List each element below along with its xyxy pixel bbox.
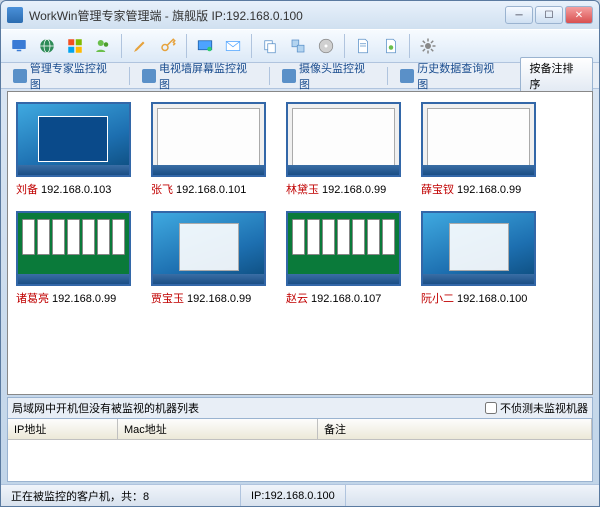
tab-separator — [387, 67, 388, 85]
client-thumbnail[interactable]: 林黛玉 192.168.0.99 — [286, 102, 401, 197]
windows-icon[interactable] — [63, 34, 87, 58]
grid-mini-icon — [142, 69, 156, 83]
client-thumbnail[interactable]: 阮小二 192.168.0.100 — [421, 211, 536, 306]
col-ip[interactable]: IP地址 — [8, 419, 118, 439]
client-name: 赵云 — [286, 293, 308, 305]
app-icon — [7, 7, 23, 23]
tab-expert-view[interactable]: 管理专家监控视图 — [7, 58, 123, 94]
client-name: 张飞 — [151, 184, 173, 196]
disc-icon[interactable] — [314, 34, 338, 58]
client-thumbnail[interactable]: 诸葛亮 192.168.0.99 — [16, 211, 131, 306]
copy-icon[interactable] — [258, 34, 282, 58]
client-screenshot[interactable] — [421, 102, 536, 177]
tab-tvwall-view[interactable]: 电视墙屏幕监控视图 — [136, 58, 263, 94]
status-ip: IP:192.168.0.100 — [241, 485, 346, 506]
client-screenshot[interactable] — [16, 102, 131, 177]
client-ip: 192.168.0.99 — [454, 184, 521, 196]
unmonitored-title: 局域网中开机但没有被监视的机器列表 — [12, 400, 485, 416]
tab-history-view[interactable]: 历史数据查询视图 — [394, 58, 510, 94]
status-bar: 正在被监控的客户机，共：8 IP:192.168.0.100 — [1, 484, 599, 506]
client-thumbnail[interactable]: 刘备 192.168.0.103 — [16, 102, 131, 197]
tab-camera-view[interactable]: 摄像头监控视图 — [276, 58, 381, 94]
toolbar-separator — [251, 34, 252, 58]
client-name: 刘备 — [16, 184, 38, 196]
client-screenshot[interactable] — [151, 211, 266, 286]
client-thumbnail[interactable]: 贾宝玉 192.168.0.99 — [151, 211, 266, 306]
status-client-count: 正在被监控的客户机，共：8 — [1, 485, 241, 506]
client-thumbnail[interactable]: 张飞 192.168.0.101 — [151, 102, 266, 197]
toolbar-separator — [186, 34, 187, 58]
titlebar[interactable]: WorkWin管理专家管理端 - 旗舰版 IP:192.168.0.100 ─ … — [1, 1, 599, 29]
view-tabs: 管理专家监控视图 电视墙屏幕监控视图 摄像头监控视图 历史数据查询视图 按备注排… — [1, 63, 599, 89]
camera-mini-icon — [282, 69, 296, 83]
client-screenshot[interactable] — [151, 102, 266, 177]
unmonitored-header: 局域网中开机但没有被监视的机器列表 不侦测未监视机器 — [7, 397, 593, 418]
close-button[interactable]: ✕ — [565, 6, 593, 24]
client-screenshot[interactable] — [286, 102, 401, 177]
client-thumbnail[interactable]: 赵云 192.168.0.107 — [286, 211, 401, 306]
client-ip: 192.168.0.99 — [319, 184, 386, 196]
client-ip: 192.168.0.107 — [308, 293, 381, 305]
client-thumbnail[interactable]: 薛宝钗 192.168.0.99 — [421, 102, 536, 197]
doc-mini-icon — [400, 69, 414, 83]
screen-icon[interactable] — [193, 34, 217, 58]
document-icon[interactable] — [351, 34, 375, 58]
client-screenshot[interactable] — [286, 211, 401, 286]
gear-icon[interactable] — [416, 34, 440, 58]
client-label: 刘备 192.168.0.103 — [16, 181, 131, 197]
client-grid: 刘备 192.168.0.103 张飞 192.168.0.101 林黛玉 192.… — [16, 102, 584, 306]
minimize-button[interactable]: ─ — [505, 6, 533, 24]
client-label: 张飞 192.168.0.101 — [151, 181, 266, 197]
globe-icon[interactable] — [35, 34, 59, 58]
app-window: WorkWin管理专家管理端 - 旗舰版 IP:192.168.0.100 ─ … — [0, 0, 600, 507]
client-ip: 192.168.0.100 — [454, 293, 527, 305]
table-header: IP地址 Mac地址 备注 — [8, 419, 592, 440]
client-ip: 192.168.0.101 — [173, 184, 246, 196]
tab-separator — [129, 67, 130, 85]
tab-separator — [269, 67, 270, 85]
client-label: 林黛玉 192.168.0.99 — [286, 181, 401, 197]
toolbar-separator — [409, 34, 410, 58]
client-name: 阮小二 — [421, 293, 454, 305]
client-name: 诸葛亮 — [16, 293, 49, 305]
sort-button[interactable]: 按备注排序 — [520, 57, 593, 95]
brush-icon[interactable] — [128, 34, 152, 58]
client-name: 林黛玉 — [286, 184, 319, 196]
client-ip: 192.168.0.99 — [184, 293, 251, 305]
no-detect-checkbox-label[interactable]: 不侦测未监视机器 — [485, 400, 588, 416]
duplicate-icon[interactable] — [286, 34, 310, 58]
monitor-mini-icon — [13, 69, 27, 83]
mail-icon[interactable] — [221, 34, 245, 58]
client-ip: 192.168.0.103 — [38, 184, 111, 196]
toolbar-separator — [344, 34, 345, 58]
client-screenshot[interactable] — [16, 211, 131, 286]
window-controls: ─ ☐ ✕ — [505, 6, 593, 24]
client-label: 诸葛亮 192.168.0.99 — [16, 290, 131, 306]
document2-icon[interactable] — [379, 34, 403, 58]
unmonitored-table[interactable]: IP地址 Mac地址 备注 — [7, 418, 593, 482]
client-name: 贾宝玉 — [151, 293, 184, 305]
maximize-button[interactable]: ☐ — [535, 6, 563, 24]
client-label: 薛宝钗 192.168.0.99 — [421, 181, 536, 197]
client-grid-panel: 刘备 192.168.0.103 张飞 192.168.0.101 林黛玉 192.… — [7, 91, 593, 395]
window-title: WorkWin管理专家管理端 - 旗舰版 IP:192.168.0.100 — [29, 7, 505, 24]
unmonitored-panel: 局域网中开机但没有被监视的机器列表 不侦测未监视机器 IP地址 Mac地址 备注 — [7, 397, 593, 482]
client-name: 薛宝钗 — [421, 184, 454, 196]
client-label: 阮小二 192.168.0.100 — [421, 290, 536, 306]
monitor-icon[interactable] — [7, 34, 31, 58]
client-ip: 192.168.0.99 — [49, 293, 116, 305]
key-icon[interactable] — [156, 34, 180, 58]
client-label: 赵云 192.168.0.107 — [286, 290, 401, 306]
client-label: 贾宝玉 192.168.0.99 — [151, 290, 266, 306]
client-screenshot[interactable] — [421, 211, 536, 286]
users-icon[interactable] — [91, 34, 115, 58]
col-mac[interactable]: Mac地址 — [118, 419, 318, 439]
no-detect-checkbox[interactable] — [485, 402, 497, 414]
col-note[interactable]: 备注 — [318, 419, 592, 439]
toolbar-separator — [121, 34, 122, 58]
